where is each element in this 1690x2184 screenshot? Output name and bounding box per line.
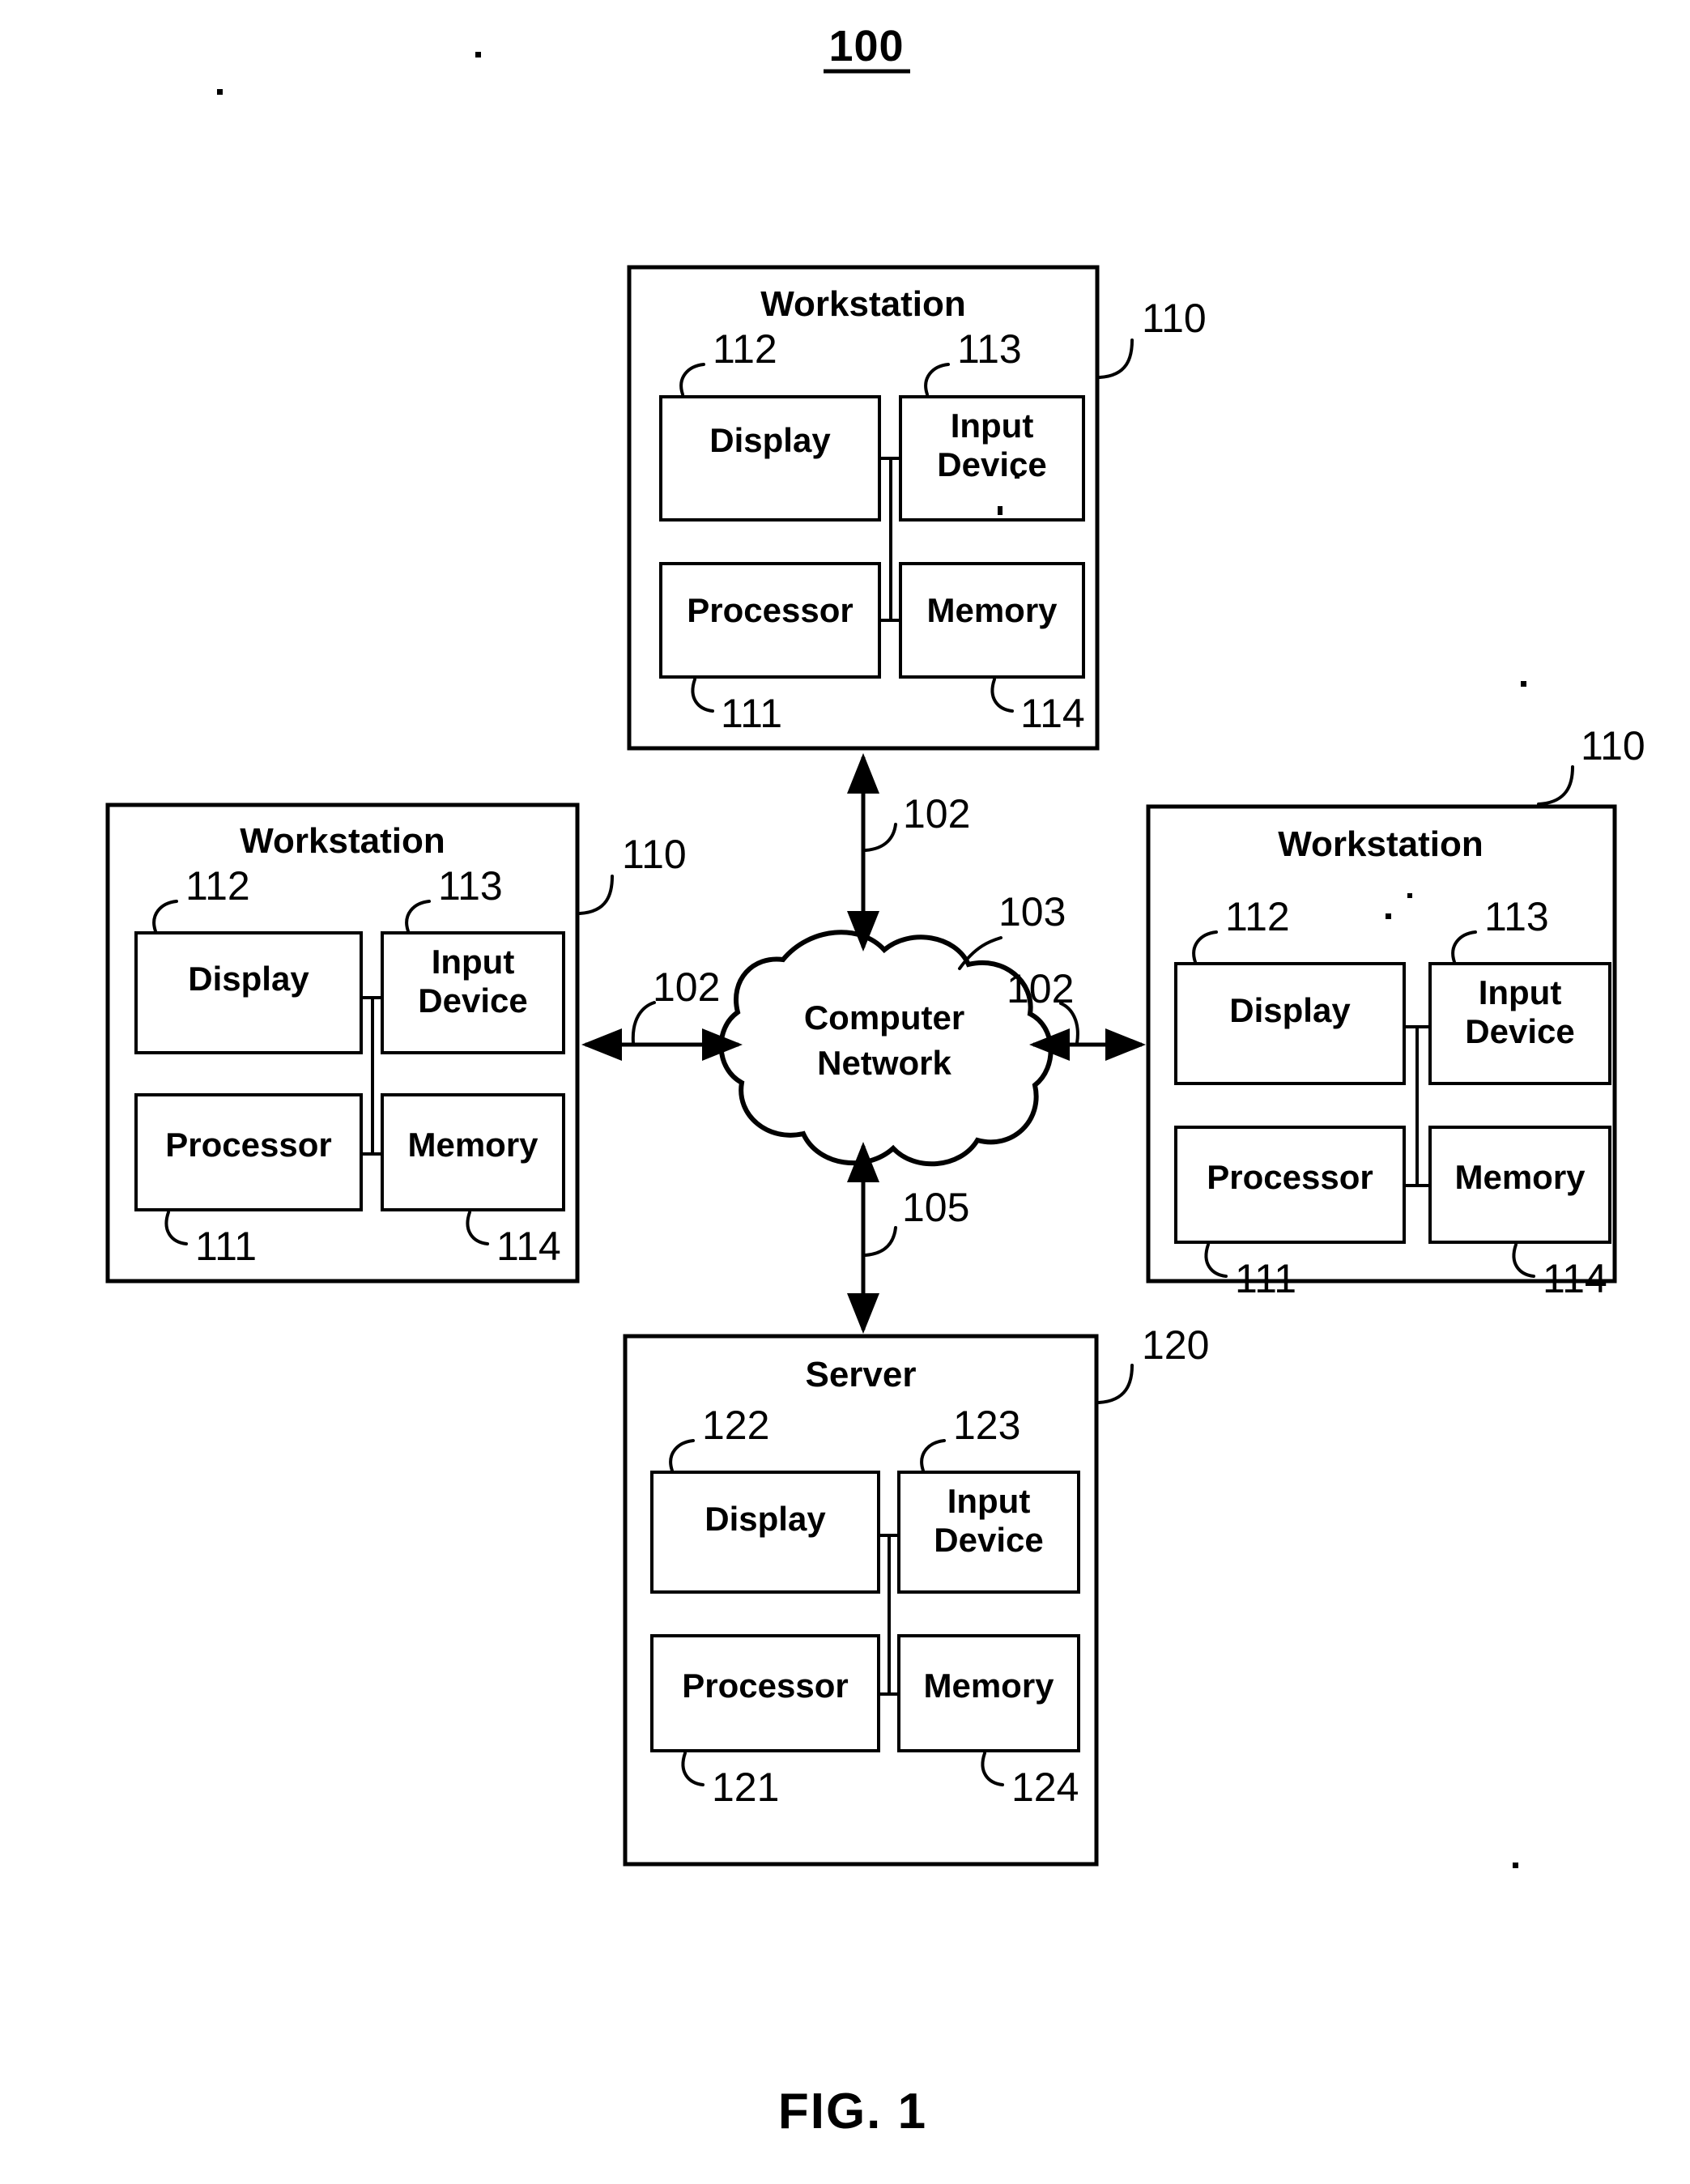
leader-line-114-left — [466, 1211, 489, 1245]
leader-line-123 — [920, 1439, 946, 1472]
computer-network-label-1: Computer — [804, 998, 964, 1037]
leader-line-111-right — [1204, 1243, 1228, 1278]
leader-line-111-top — [691, 678, 714, 713]
leader-line-110-right — [1537, 765, 1574, 806]
ref-110-workstation-right: 110 — [1581, 723, 1645, 768]
ref-114-workstation-right: 114 — [1543, 1256, 1607, 1301]
workstation-left-input-label-2: Device — [418, 981, 527, 1020]
leader-line-102-top — [864, 823, 897, 852]
leader-line-122 — [669, 1439, 695, 1472]
server-memory-label: Memory — [923, 1667, 1054, 1705]
link-bottom-105: 105 — [847, 1142, 969, 1334]
ref-123-server: 123 — [953, 1403, 1020, 1448]
workstation-right-memory-label: Memory — [1454, 1158, 1586, 1196]
leader-line-113-left — [405, 900, 431, 933]
ref-112-workstation-top: 112 — [713, 326, 777, 372]
workstation-left-processor-label: Processor — [165, 1126, 331, 1164]
workstation-right-bus — [1404, 1025, 1430, 1187]
ref-105-bottom: 105 — [902, 1185, 969, 1230]
workstation-top-processor-label: Processor — [687, 591, 853, 629]
node-server[interactable]: Server 120 Display 122 Input Device 123 … — [623, 1322, 1209, 1867]
ref-113-workstation-left: 113 — [438, 863, 503, 909]
link-top-102: 102 — [847, 753, 970, 952]
leader-line-120 — [1097, 1364, 1134, 1404]
ref-112-workstation-left: 112 — [185, 863, 250, 909]
ref-124-server: 124 — [1011, 1765, 1079, 1810]
node-workstation-right[interactable]: Workstation 110 Display 112 Input Device… — [1146, 723, 1645, 1301]
workstation-top-display-label: Display — [709, 421, 831, 459]
ref-102-right: 102 — [1007, 966, 1074, 1011]
page-speck — [217, 89, 223, 95]
server-title: Server — [805, 1355, 916, 1394]
workstation-top-bus — [879, 457, 900, 622]
ref-120-server: 120 — [1142, 1322, 1209, 1368]
ref-111-workstation-right: 111 — [1235, 1256, 1296, 1301]
workstation-right-processor-label: Processor — [1207, 1158, 1373, 1196]
server-processor-label: Processor — [682, 1667, 848, 1705]
leader-line-110-left — [578, 875, 614, 915]
workstation-top-input-label-2: Device — [937, 445, 1046, 483]
leader-line-113-top — [924, 363, 950, 396]
server-bus — [879, 1534, 899, 1696]
leader-line-112-right — [1192, 930, 1218, 964]
leader-line-112-top — [679, 363, 705, 396]
patent-figure: 100 Workstation 110 Display 112 Input De… — [0, 0, 1690, 2180]
leader-line-102-left — [631, 1001, 656, 1045]
workstation-top-memory-label: Memory — [926, 591, 1058, 629]
workstation-left-bus — [361, 996, 382, 1156]
workstation-left-input-label-1: Input — [432, 943, 515, 981]
page-speck — [1386, 913, 1391, 919]
ref-110-workstation-top: 110 — [1142, 296, 1207, 341]
ref-114-workstation-left: 114 — [496, 1224, 561, 1269]
figure-canvas: 100 Workstation 110 Display 112 Input De… — [105, 22, 1645, 2139]
node-workstation-top[interactable]: Workstation 110 Display 112 Input Device… — [627, 265, 1207, 751]
ref-122-server: 122 — [702, 1403, 769, 1448]
server-input-label-2: Device — [934, 1521, 1043, 1559]
workstation-top-title: Workstation — [760, 284, 965, 324]
leader-line-124 — [981, 1752, 1004, 1786]
figure-caption: FIG. 1 — [778, 2084, 927, 2139]
ref-114-workstation-top: 114 — [1020, 691, 1085, 736]
workstation-left-memory-label: Memory — [407, 1126, 539, 1164]
ref-113-workstation-right: 113 — [1484, 894, 1549, 939]
system-number-group: 100 — [824, 22, 910, 74]
page-speck — [998, 506, 1003, 515]
page-speck — [1521, 681, 1526, 687]
leader-line-114-top — [990, 678, 1014, 713]
ref-111-workstation-left: 111 — [195, 1224, 257, 1269]
page-speck — [1407, 893, 1412, 898]
leader-line-113-right — [1451, 930, 1477, 964]
ref-102-left: 102 — [653, 964, 720, 1010]
leader-line-114-right — [1512, 1243, 1535, 1278]
ref-102-top: 102 — [903, 791, 970, 837]
leader-line-112-left — [152, 900, 178, 933]
ref-112-workstation-right: 112 — [1225, 894, 1290, 939]
workstation-left-display-label: Display — [188, 960, 309, 998]
leader-line-105 — [864, 1226, 897, 1257]
leader-line-111-left — [164, 1211, 188, 1245]
leader-line-110-top — [1098, 338, 1134, 379]
ref-110-workstation-left: 110 — [622, 832, 687, 877]
ref-103-network: 103 — [998, 889, 1066, 934]
workstation-right-input-label-1: Input — [1479, 973, 1562, 1011]
ref-113-workstation-top: 113 — [957, 326, 1022, 372]
ref-111-workstation-top: 111 — [721, 691, 782, 736]
computer-network-label-2: Network — [817, 1044, 951, 1082]
node-computer-network[interactable]: Computer Network 103 — [718, 889, 1066, 1167]
page-speck — [1513, 1863, 1518, 1868]
workstation-right-input-label-2: Device — [1465, 1012, 1574, 1050]
workstation-left-title: Workstation — [240, 821, 445, 861]
workstation-right-display-label: Display — [1229, 991, 1351, 1029]
workstation-right-title: Workstation — [1278, 824, 1483, 864]
server-input-label-1: Input — [947, 1482, 1031, 1520]
leader-line-121 — [681, 1752, 705, 1786]
page-speck — [475, 52, 481, 57]
system-number: 100 — [828, 22, 904, 70]
server-display-label: Display — [705, 1500, 826, 1538]
workstation-top-input-label-1: Input — [951, 407, 1034, 445]
ref-121-server: 121 — [712, 1765, 779, 1810]
link-left-102: 102 — [581, 964, 743, 1061]
